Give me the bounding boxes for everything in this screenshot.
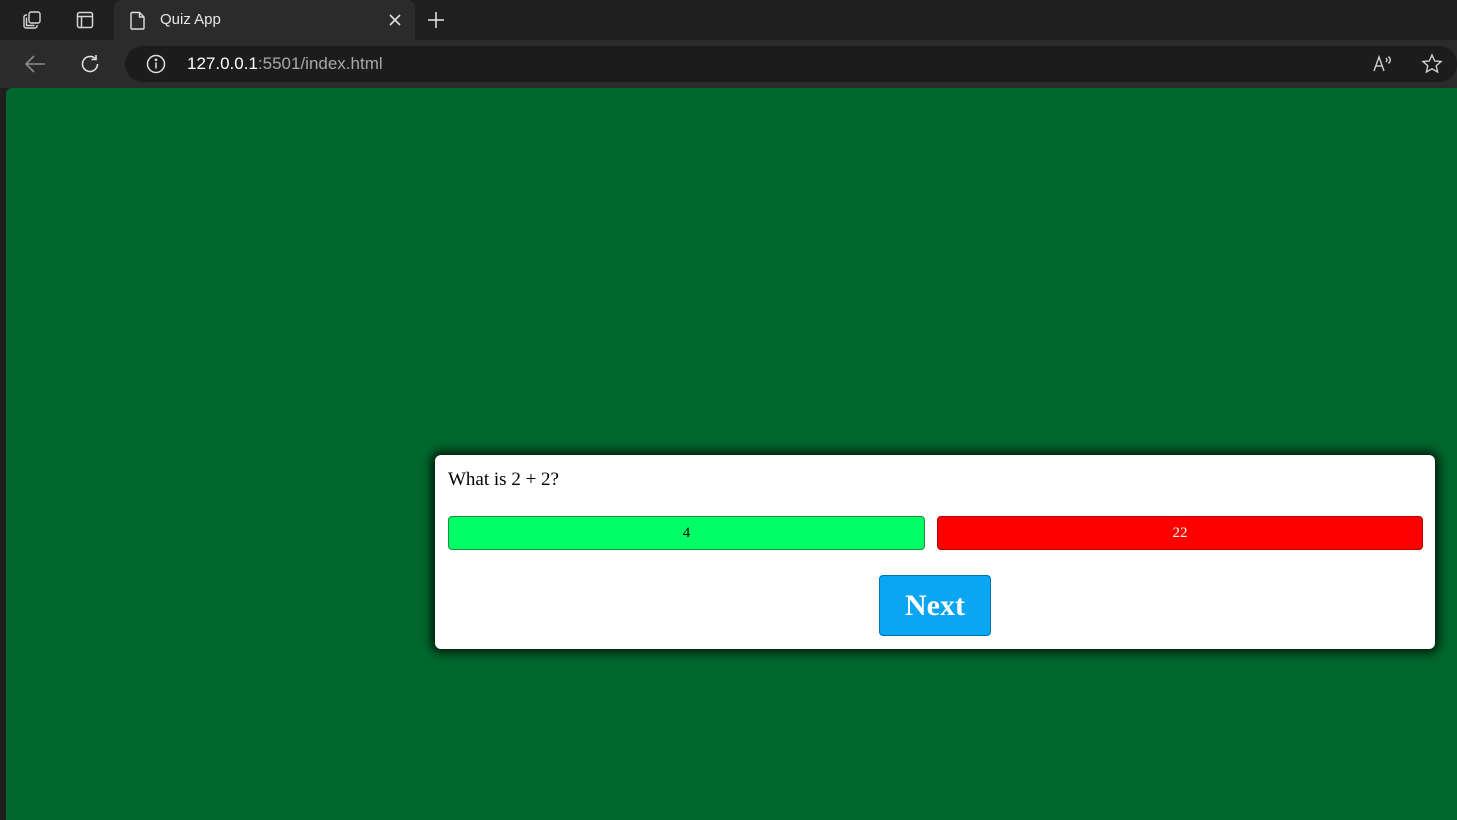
tab-title: Quiz App	[160, 11, 221, 28]
new-tab-button[interactable]	[422, 6, 450, 34]
page-content: What is 2 + 2? 4 22 Next	[6, 88, 1457, 820]
read-aloud-icon[interactable]	[1371, 52, 1395, 76]
url-host: 127.0.0.1	[187, 54, 258, 73]
document-icon	[128, 10, 148, 30]
answer-button-correct[interactable]: 4	[448, 516, 925, 550]
tab-strip: Quiz App	[0, 0, 1457, 40]
back-button[interactable]	[21, 50, 49, 78]
url-text[interactable]: 127.0.0.1:5501/index.html	[187, 54, 383, 74]
refresh-icon	[79, 53, 101, 75]
question-text: What is 2 + 2?	[448, 469, 559, 490]
close-icon[interactable]	[384, 9, 406, 31]
next-button[interactable]: Next	[879, 575, 991, 636]
address-bar[interactable]: 127.0.0.1:5501/index.html	[125, 46, 1457, 82]
star-icon[interactable]	[1420, 52, 1444, 76]
info-icon[interactable]	[145, 53, 167, 75]
arrow-left-icon	[24, 55, 46, 73]
browser-toolbar: 127.0.0.1:5501/index.html	[0, 40, 1457, 88]
answer-list: 4 22	[448, 516, 1423, 550]
url-path: :5501/index.html	[257, 54, 383, 73]
workspaces-icon[interactable]	[18, 6, 46, 34]
plus-icon	[427, 11, 445, 29]
tab-actions-icon[interactable]	[71, 6, 99, 34]
answer-button-wrong[interactable]: 22	[937, 516, 1423, 550]
refresh-button[interactable]	[76, 50, 104, 78]
tab-quiz-app[interactable]: Quiz App	[114, 0, 415, 40]
quiz-card: What is 2 + 2? 4 22 Next	[435, 455, 1435, 649]
